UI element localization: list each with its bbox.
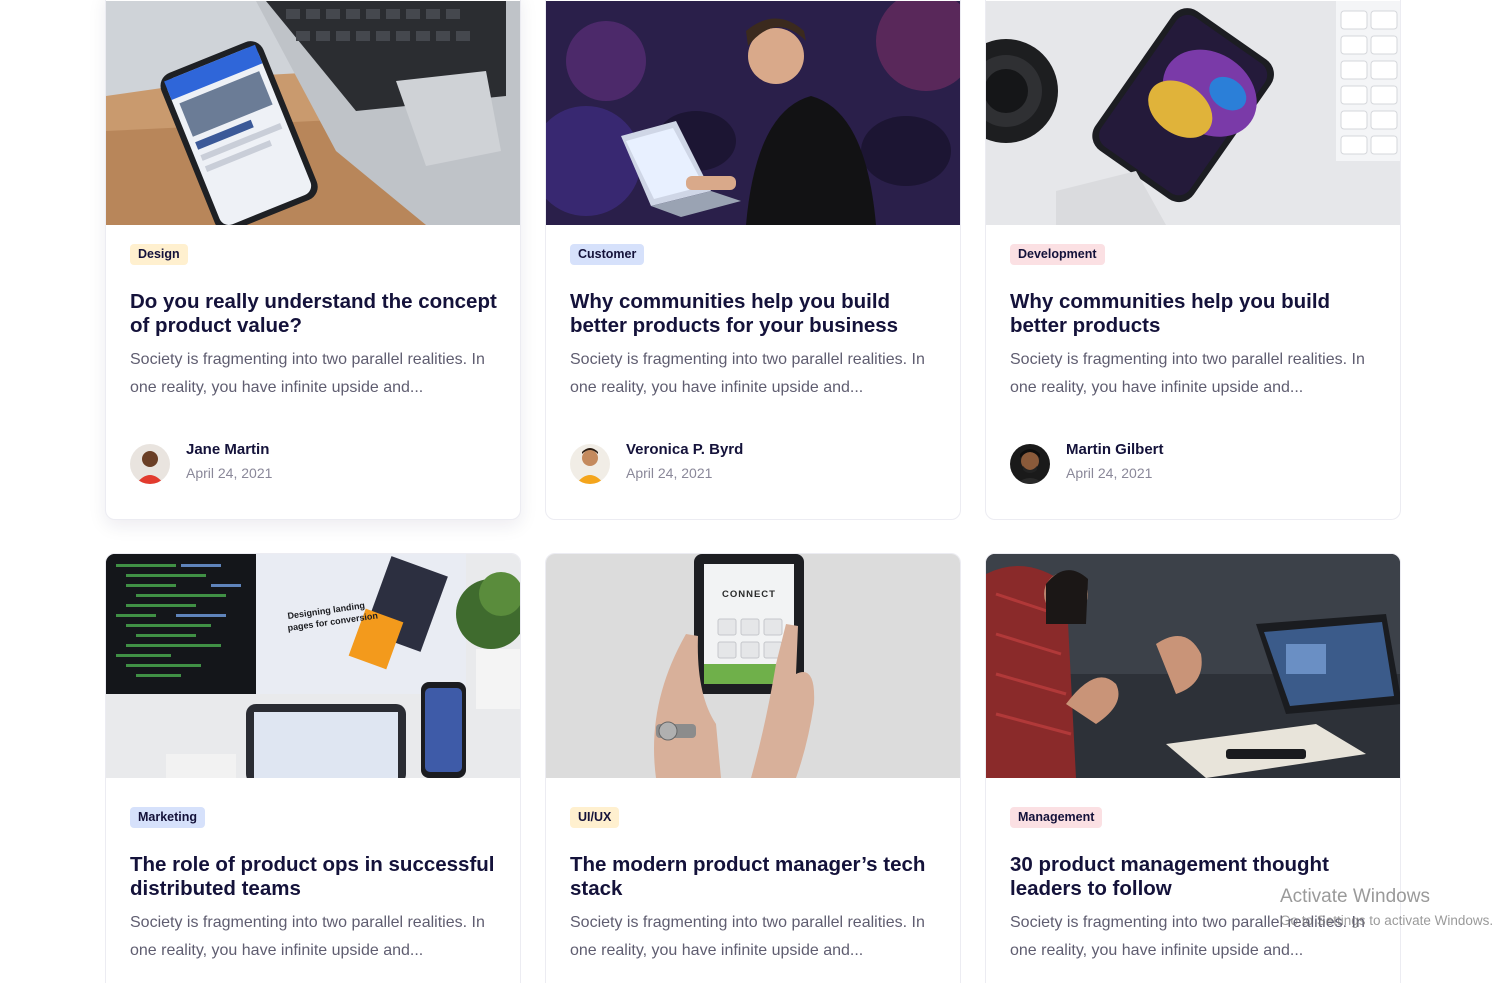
author-name: Jane Martin bbox=[186, 441, 270, 458]
post-excerpt: Society is fragmenting into two parallel… bbox=[1010, 351, 1365, 396]
phone-lens-keyboard-photo bbox=[986, 1, 1400, 225]
post-excerpt: Society is fragmenting into two parallel… bbox=[130, 351, 485, 396]
post-title[interactable]: The role of product ops in successful di… bbox=[130, 853, 500, 901]
post-excerpt: Society is fragmenting into two parallel… bbox=[570, 351, 925, 396]
post-excerpt: Society is fragmenting into two parallel… bbox=[570, 914, 925, 959]
svg-text:CONNECT: CONNECT bbox=[722, 589, 776, 600]
post-card[interactable]: Development Why communities help you bui… bbox=[985, 0, 1401, 520]
author-name: Veronica P. Byrd bbox=[626, 441, 744, 458]
post-thumbnail[interactable] bbox=[986, 554, 1400, 778]
avatar bbox=[1010, 444, 1050, 484]
category-tag[interactable]: Customer bbox=[570, 244, 645, 265]
monitor-code-photo: Designing landing pages for conversion bbox=[106, 554, 520, 778]
post-title[interactable]: 30 product management thought leaders to… bbox=[1010, 853, 1380, 901]
category-tag[interactable]: UI/UX bbox=[570, 807, 620, 828]
category-tag[interactable]: Design bbox=[130, 244, 188, 265]
post-card[interactable]: Designing landing pages for conversion M… bbox=[105, 553, 521, 983]
post-excerpt: Society is fragmenting into two parallel… bbox=[1010, 914, 1365, 959]
avatar bbox=[570, 444, 610, 484]
post-card[interactable]: CONNECT UI/UX The modern product manager… bbox=[545, 553, 961, 983]
post-date: April 24, 2021 bbox=[1066, 465, 1153, 481]
post-thumbnail[interactable] bbox=[546, 1, 960, 225]
post-date: April 24, 2021 bbox=[186, 465, 273, 481]
hands-tablet-photo: CONNECT bbox=[546, 554, 960, 778]
phone-laptop-photo bbox=[106, 1, 520, 225]
man-laptop-event-photo bbox=[546, 1, 960, 225]
post-title[interactable]: Do you really understand the concept of … bbox=[130, 290, 500, 338]
post-thumbnail[interactable]: CONNECT bbox=[546, 554, 960, 778]
avatar bbox=[130, 444, 170, 484]
post-date: April 24, 2021 bbox=[626, 465, 713, 481]
post-author: Martin Gilbert April 24, 2021 bbox=[1010, 439, 1370, 487]
post-excerpt: Society is fragmenting into two parallel… bbox=[130, 914, 485, 959]
post-card[interactable]: Management 30 product management thought… bbox=[985, 553, 1401, 983]
post-title[interactable]: Why communities help you build better pr… bbox=[1010, 290, 1380, 338]
author-name: Martin Gilbert bbox=[1066, 441, 1164, 458]
post-title[interactable]: The modern product manager’s tech stack bbox=[570, 853, 940, 901]
post-title[interactable]: Why communities help you build better pr… bbox=[570, 290, 940, 338]
post-thumbnail[interactable] bbox=[986, 1, 1400, 225]
post-author: Veronica P. Byrd April 24, 2021 bbox=[570, 439, 930, 487]
category-tag[interactable]: Marketing bbox=[130, 807, 206, 828]
post-card[interactable]: Customer Why communities help you build … bbox=[545, 0, 961, 520]
category-tag[interactable]: Management bbox=[1010, 807, 1103, 828]
post-card[interactable]: Design Do you really understand the conc… bbox=[105, 0, 521, 520]
post-thumbnail[interactable] bbox=[106, 1, 520, 225]
post-thumbnail[interactable]: Designing landing pages for conversion bbox=[106, 554, 520, 778]
post-author: Jane Martin April 24, 2021 bbox=[130, 439, 490, 487]
meeting-laptop-photo bbox=[986, 554, 1400, 778]
category-tag[interactable]: Development bbox=[1010, 244, 1105, 265]
